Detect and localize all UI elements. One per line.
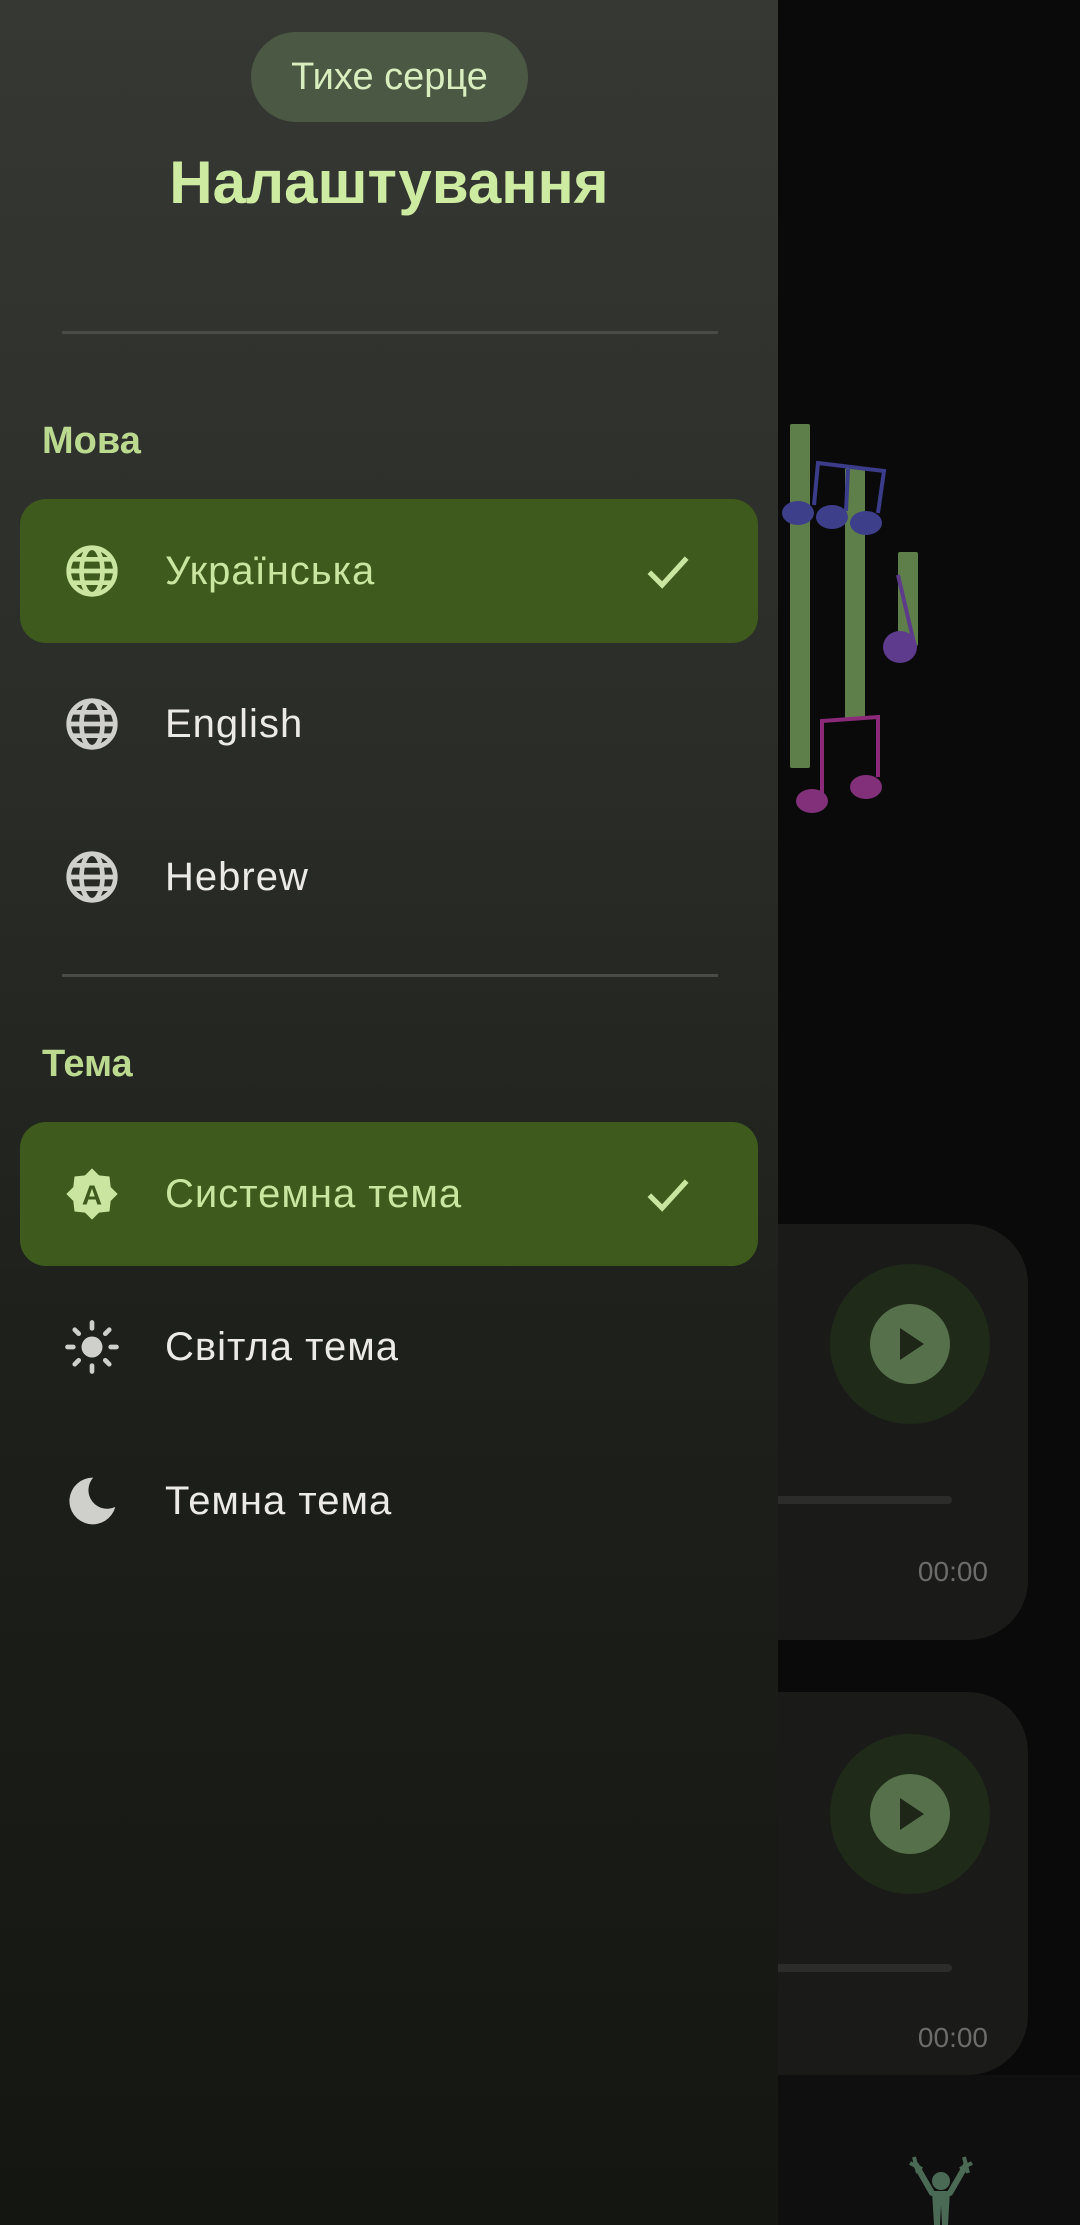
play-button[interactable]	[830, 1264, 990, 1424]
theme-item-label: Системна тема	[165, 1172, 463, 1216]
app-name-chip: Тихе серце	[251, 32, 528, 122]
drawer-title: Налаштування	[169, 149, 609, 216]
divider	[62, 331, 718, 334]
moon-icon	[69, 1477, 116, 1525]
theme-item-dark[interactable]: Темна тема	[20, 1429, 758, 1573]
play-icon	[900, 1328, 924, 1360]
divider	[62, 974, 718, 977]
play-icon	[900, 1798, 924, 1830]
sun-icon	[65, 1320, 119, 1374]
bottom-bar	[778, 2075, 1080, 2225]
svg-text:A: A	[82, 1180, 102, 1211]
track-time: 00:00	[917, 1556, 988, 1587]
track-time: 00:00	[917, 2022, 988, 2053]
dancing-figure-icon	[909, 2156, 973, 2225]
theme-item-label: Світла тема	[165, 1325, 400, 1369]
theme-item-system[interactable]: A Системна тема	[20, 1122, 758, 1266]
theme-item-label: Темна тема	[165, 1479, 393, 1523]
theme-section-label: Тема	[42, 1043, 133, 1085]
language-section-label: Мова	[42, 420, 141, 462]
language-item-label: Українська	[165, 549, 376, 593]
language-item-hebrew[interactable]: Hebrew	[20, 805, 758, 949]
globe-icon	[66, 851, 118, 903]
check-icon	[647, 1179, 689, 1212]
language-item-ukrainian[interactable]: Українська	[20, 499, 758, 643]
play-button[interactable]	[830, 1734, 990, 1894]
language-item-label: Hebrew	[165, 855, 309, 899]
language-item-english[interactable]: English	[20, 652, 758, 796]
notes-icon	[782, 460, 917, 813]
language-item-label: English	[165, 702, 304, 746]
settings-drawer: Тихе серце Налаштування Мова Українська …	[0, 0, 778, 2225]
globe-icon	[66, 698, 118, 750]
theme-item-light[interactable]: Світла тема	[20, 1275, 758, 1419]
check-icon	[647, 556, 689, 589]
globe-icon	[66, 545, 118, 597]
auto-brightness-icon: A	[66, 1168, 118, 1220]
